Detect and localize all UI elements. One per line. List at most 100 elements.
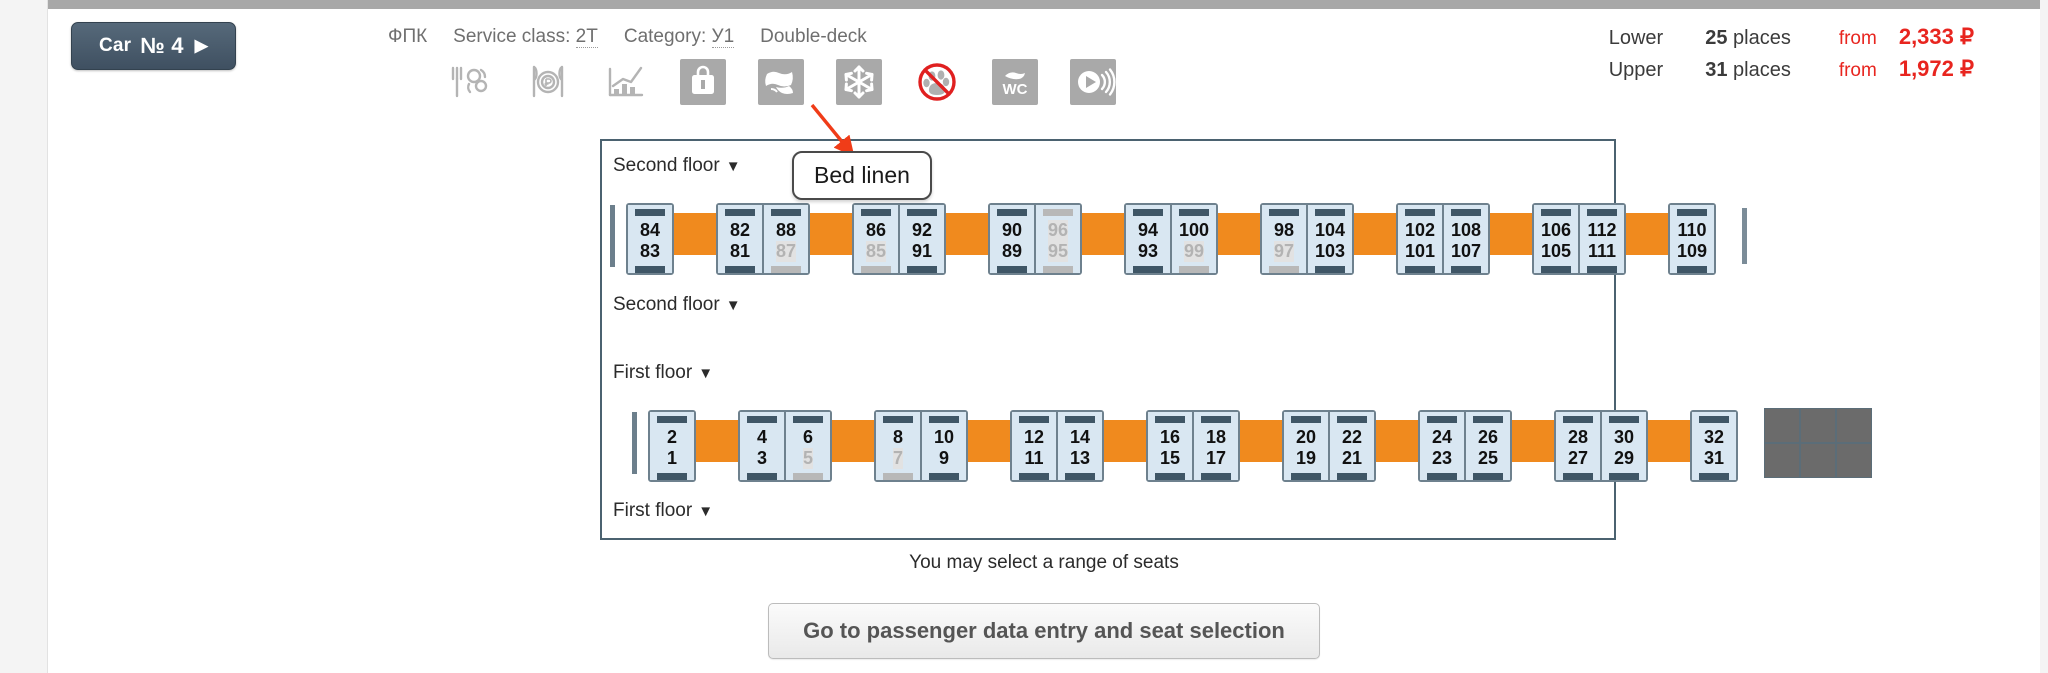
seat-lower-number[interactable]: 11 — [1024, 448, 1043, 469]
seat-cell[interactable]: 86 85 — [854, 205, 898, 273]
seat-upper-number[interactable]: 26 — [1478, 427, 1498, 448]
seat-lower-number[interactable]: 23 — [1432, 448, 1452, 469]
seat-upper-number[interactable]: 106 — [1541, 220, 1571, 241]
seat-cell[interactable]: 32 31 — [1692, 412, 1736, 480]
service-class-value[interactable]: 2Т — [575, 26, 598, 48]
seat-cell[interactable]: 26 25 — [1466, 412, 1510, 480]
seat-cell[interactable]: 98 97 — [1262, 205, 1306, 273]
seat-upper-number[interactable]: 86 — [866, 220, 886, 241]
seat-lower-number[interactable]: 29 — [1614, 448, 1634, 469]
seat-cell[interactable]: 65 — [786, 412, 830, 480]
seat-upper-number[interactable]: 108 — [1451, 220, 1481, 241]
seat-cell[interactable]: 22 21 — [1330, 412, 1374, 480]
air-conditioning-icon[interactable] — [836, 59, 882, 105]
seat-upper-number[interactable]: 84 — [640, 220, 660, 241]
seat-cell[interactable]: 18 17 — [1194, 412, 1238, 480]
seat-upper-number[interactable]: 20 — [1296, 427, 1316, 448]
seat-cell[interactable]: 84 83 — [628, 205, 672, 273]
seat-lower-number[interactable]: 83 — [640, 241, 660, 262]
seat-cell[interactable]: 92 91 — [900, 205, 944, 273]
chart-icon[interactable] — [602, 59, 648, 105]
seat-lower-number[interactable]: 25 — [1478, 448, 1498, 469]
seat-cell[interactable]: 82 81 — [718, 205, 762, 273]
seat-cell[interactable]: 20 19 — [1284, 412, 1328, 480]
seat-cell[interactable]: 21 — [650, 412, 694, 480]
go-to-passenger-data-button[interactable]: Go to passenger data entry and seat sele… — [768, 603, 1320, 659]
seat-upper-number[interactable]: 112 — [1587, 220, 1616, 241]
seat-cell[interactable]: 96 95 — [1036, 205, 1080, 273]
seat-lower-number[interactable]: 89 — [1002, 241, 1022, 262]
seat-cell[interactable]: 100 99 — [1172, 205, 1216, 273]
seat-upper-number[interactable]: 32 — [1704, 427, 1724, 448]
seat-cell[interactable]: 14 13 — [1058, 412, 1102, 480]
seat-lower-number[interactable]: 105 — [1541, 241, 1571, 262]
first-floor-label-bottom[interactable]: First floor ▼ — [613, 500, 713, 522]
seat-upper-number[interactable]: 6 — [803, 427, 813, 448]
seat-cell[interactable]: 43 — [740, 412, 784, 480]
seat-lower-number[interactable]: 93 — [1138, 241, 1158, 262]
wc-icon[interactable]: WC — [992, 59, 1038, 105]
seat-upper-number[interactable]: 110 — [1677, 220, 1706, 241]
seat-upper-number[interactable]: 98 — [1274, 220, 1294, 241]
seat-upper-number[interactable]: 92 — [912, 220, 932, 241]
food-service-icon[interactable] — [446, 59, 492, 105]
seat-cell[interactable]: 102 101 — [1398, 205, 1442, 273]
seat-lower-number[interactable]: 17 — [1206, 448, 1226, 469]
seat-upper-number[interactable]: 30 — [1614, 427, 1634, 448]
seat-upper-number[interactable]: 2 — [667, 427, 677, 448]
seat-upper-number[interactable]: 8 — [893, 427, 903, 448]
luggage-icon[interactable] — [680, 59, 726, 105]
seat-upper-number[interactable]: 100 — [1179, 220, 1209, 241]
seat-lower-number[interactable]: 3 — [757, 448, 767, 469]
seat-upper-number[interactable]: 94 — [1138, 220, 1158, 241]
seat-upper-number[interactable]: 24 — [1432, 427, 1452, 448]
seat-upper-number[interactable]: 88 — [776, 220, 796, 241]
seat-lower-number[interactable]: 19 — [1296, 448, 1316, 469]
seat-upper-number[interactable]: 102 — [1405, 220, 1435, 241]
seat-lower-number[interactable]: 109 — [1677, 241, 1707, 262]
seat-cell[interactable]: 94 93 — [1126, 205, 1170, 273]
seat-cell[interactable]: 110 109 — [1670, 205, 1714, 273]
seat-cell[interactable]: 28 27 — [1556, 412, 1600, 480]
seat-upper-number[interactable]: 22 — [1342, 427, 1362, 448]
seat-upper-number[interactable]: 10 — [934, 427, 954, 448]
seat-lower-number[interactable]: 103 — [1315, 241, 1345, 262]
seat-lower-number[interactable]: 91 — [912, 241, 932, 262]
seat-cell[interactable]: 90 89 — [990, 205, 1034, 273]
seat-lower-number[interactable]: 27 — [1568, 448, 1588, 469]
second-floor-label-top[interactable]: Second floor ▼ — [613, 155, 741, 177]
seat-upper-number[interactable]: 28 — [1568, 427, 1588, 448]
seat-lower-number[interactable]: 107 — [1451, 241, 1481, 262]
seat-cell[interactable]: 12 11 — [1012, 412, 1056, 480]
second-floor-label-bottom[interactable]: Second floor ▼ — [613, 294, 741, 316]
car-selector-button[interactable]: Car № 4 ▶ — [71, 22, 236, 70]
seat-upper-number[interactable]: 14 — [1070, 427, 1090, 448]
seat-cell[interactable]: 112 111 — [1580, 205, 1624, 273]
seat-cell[interactable]: 10 9 — [922, 412, 966, 480]
category-value[interactable]: У1 — [711, 26, 735, 48]
seat-cell[interactable]: 16 15 — [1148, 412, 1192, 480]
seat-cell[interactable]: 88 87 — [764, 205, 808, 273]
seat-upper-number[interactable]: 12 — [1024, 427, 1044, 448]
seat-upper-number[interactable]: 82 — [730, 220, 750, 241]
seat-lower-number[interactable]: 31 — [1704, 448, 1724, 469]
seat-cell[interactable]: 106 105 — [1534, 205, 1578, 273]
seat-cell[interactable]: 108 107 — [1444, 205, 1488, 273]
seat-lower-number[interactable]: 13 — [1070, 448, 1090, 469]
seat-lower-number[interactable]: 21 — [1342, 448, 1362, 469]
seat-lower-number[interactable]: 15 — [1160, 448, 1180, 469]
paid-meal-icon[interactable] — [524, 59, 570, 105]
seat-upper-number[interactable]: 4 — [757, 427, 767, 448]
seat-lower-number[interactable]: 1 — [667, 448, 677, 469]
media-icon[interactable] — [1070, 59, 1116, 105]
seat-cell[interactable]: 24 23 — [1420, 412, 1464, 480]
seat-lower-number[interactable]: 9 — [939, 448, 949, 469]
first-floor-label-top[interactable]: First floor ▼ — [613, 362, 713, 384]
seat-upper-number[interactable]: 16 — [1160, 427, 1180, 448]
no-pets-icon[interactable] — [914, 59, 960, 105]
seat-lower-number[interactable]: 111 — [1588, 241, 1616, 262]
seat-upper-number[interactable]: 18 — [1206, 427, 1226, 448]
bed-linen-icon[interactable] — [758, 59, 804, 105]
seat-cell[interactable]: 104 103 — [1308, 205, 1352, 273]
seat-lower-number[interactable]: 81 — [730, 241, 750, 262]
